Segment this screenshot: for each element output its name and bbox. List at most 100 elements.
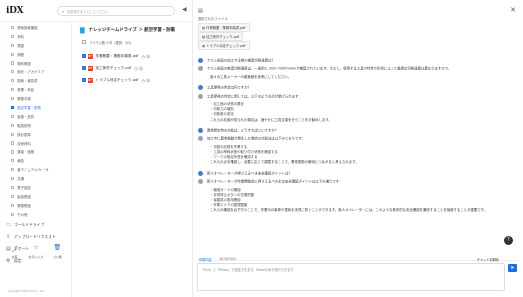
folder-checkbox[interactable] bbox=[11, 150, 15, 154]
chevron-right-icon[interactable]: › bbox=[6, 185, 9, 189]
folder-checkbox[interactable] bbox=[11, 52, 15, 56]
action-icon: ☆ bbox=[33, 244, 39, 251]
help-icon[interactable]: ? bbox=[504, 236, 513, 245]
sidebar-folder-item[interactable]: › 設計基準 bbox=[0, 130, 71, 139]
chevron-right-icon[interactable]: › bbox=[6, 168, 9, 172]
answer-list-item: ・次動の記録を作業する bbox=[198, 145, 508, 149]
folder-checkbox[interactable] bbox=[11, 43, 15, 47]
answer-list-item: ・保護具の着用確認 bbox=[198, 198, 508, 202]
chevron-right-icon[interactable]: › bbox=[6, 52, 9, 56]
folder-checkbox[interactable] bbox=[11, 105, 15, 110]
sidebar-folder-item[interactable]: › その他 bbox=[0, 210, 71, 219]
folder-checkbox[interactable] bbox=[11, 159, 15, 163]
chevron-right-icon[interactable]: › bbox=[6, 123, 9, 127]
select-all-checkbox[interactable] bbox=[82, 40, 86, 44]
sidebar-folder-item[interactable]: › 業務関連 bbox=[0, 201, 71, 210]
file-checkbox[interactable]: ✓ bbox=[82, 78, 86, 82]
chevron-right-icon[interactable]: › bbox=[6, 150, 9, 154]
selected-file-chip: ▤ 作業概要・業務手順書.pdf bbox=[198, 23, 250, 32]
folder-checkbox[interactable] bbox=[11, 176, 15, 181]
chevron-right-icon[interactable]: › bbox=[6, 105, 9, 109]
folder-checkbox[interactable] bbox=[11, 114, 15, 118]
sidebar-folder-item[interactable]: › 資料 bbox=[0, 32, 71, 41]
sidebar-folder-item[interactable]: › 製品関連 bbox=[0, 192, 71, 201]
sidebar-folder-item[interactable]: › 契約関連 bbox=[0, 59, 71, 68]
chevron-right-icon[interactable]: › bbox=[6, 177, 9, 181]
search-box[interactable]: ⌕ 検索条件を入力してください bbox=[57, 6, 175, 16]
sidebar-folder-label: 営業・商談 bbox=[17, 88, 35, 93]
folder-checkbox[interactable] bbox=[11, 25, 15, 30]
panel-icon[interactable]: ▤ bbox=[198, 8, 203, 14]
folder-checkbox[interactable] bbox=[11, 96, 15, 101]
file-checkbox[interactable]: ✓ bbox=[82, 54, 86, 58]
folder-checkbox[interactable] bbox=[11, 132, 15, 136]
chevron-right-icon[interactable]: › bbox=[6, 141, 9, 145]
answer-list-item: ・ワークの固定状態を確認する bbox=[198, 155, 508, 159]
chevron-right-icon[interactable]: › bbox=[6, 97, 9, 101]
chevron-right-icon[interactable]: › bbox=[6, 194, 9, 198]
collapse-sidebar-icon[interactable]: ◀ bbox=[182, 6, 188, 16]
chevron-right-icon[interactable]: › bbox=[6, 79, 9, 83]
sidebar-folder-item[interactable]: › 規程 bbox=[0, 50, 71, 59]
sidebar-folder-item[interactable]: › 現地指導機能 bbox=[0, 23, 71, 32]
folder-checkbox[interactable] bbox=[11, 79, 15, 83]
folder-checkbox[interactable] bbox=[11, 203, 15, 207]
sidebar-section[interactable]: ▭ ゴールドドライブ bbox=[0, 219, 71, 231]
folder-checkbox[interactable] bbox=[11, 70, 15, 74]
chevron-right-icon[interactable]: › bbox=[6, 34, 9, 38]
sidebar-folder-item[interactable]: › 技術資料 bbox=[0, 139, 71, 148]
file-checkbox[interactable]: ✓ bbox=[82, 66, 86, 70]
chevron-right-icon[interactable]: › bbox=[6, 88, 9, 92]
sidebar-folder-item[interactable]: › 通達・連絡 bbox=[0, 147, 71, 156]
sidebar-folder-item[interactable]: › 共通 bbox=[0, 174, 71, 183]
folder-checkbox[interactable] bbox=[11, 88, 15, 92]
folder-checkbox[interactable] bbox=[11, 168, 15, 172]
chevron-right-icon[interactable]: › bbox=[6, 70, 9, 74]
folder-checkbox[interactable] bbox=[11, 123, 15, 127]
sidebar-folder-item[interactable]: › 航空学習・防衛 bbox=[0, 103, 71, 112]
folder-checkbox[interactable] bbox=[11, 34, 15, 38]
file-name[interactable]: 作業概要・業務手順書.pdf bbox=[96, 54, 139, 59]
sidebar-folder-item[interactable]: › 取扱説明 bbox=[0, 121, 71, 130]
file-row[interactable]: ✓ PDF 作業概要・業務手順書.pdf ◷ ☺ bbox=[74, 50, 190, 62]
file-row[interactable]: ✓ PDF 加工条件チェック.pdf ◷ ☺ bbox=[74, 62, 190, 74]
chat-reset-button[interactable]: チャット初期化 bbox=[477, 257, 499, 262]
selected-file-chip: ▤ トラブル対応チェック.pdf bbox=[198, 41, 250, 50]
sidebar-folder-item[interactable]: › 電子認証 bbox=[0, 183, 71, 192]
chevron-right-icon[interactable]: › bbox=[6, 132, 9, 136]
sidebar-folder-item[interactable]: › 業務手順 bbox=[0, 94, 71, 103]
chevron-right-icon[interactable]: › bbox=[6, 114, 9, 118]
sidebar-action-button[interactable]: ☆ お気に入り bbox=[26, 244, 46, 288]
sidebar-folder-item[interactable]: › 提案・報告書 bbox=[0, 76, 71, 85]
sidebar-folder-item[interactable]: › 発図 bbox=[0, 41, 71, 50]
message-text: ・加工面の状態の悪化 bbox=[210, 102, 244, 106]
sidebar-folder-item[interactable]: › 設計・アカデミア bbox=[0, 67, 71, 76]
folder-checkbox[interactable] bbox=[11, 194, 15, 198]
send-button[interactable]: ➤ bbox=[508, 264, 517, 272]
sidebar-folder-item[interactable]: › 製造・品質 bbox=[0, 112, 71, 121]
search-input[interactable]: 検索条件を入力してください bbox=[67, 9, 108, 14]
sidebar-folder-item[interactable]: › 報告 bbox=[0, 156, 71, 165]
folder-checkbox[interactable] bbox=[11, 212, 15, 216]
answer-text: これらの確認を必ず行うことで、作業中の事故や怪我を未然に防ぐことができます。新人… bbox=[198, 208, 508, 212]
sidebar-action-button[interactable]: ⤴ 共有 bbox=[5, 244, 25, 288]
chevron-right-icon[interactable]: › bbox=[6, 61, 9, 65]
file-row[interactable]: ✓ PDF トラブル対応チェック.pdf ◷ ☺ bbox=[74, 74, 190, 86]
sidebar-folder-item[interactable]: › 営業・商談 bbox=[0, 85, 71, 94]
sidebar-section[interactable]: ⇪ アップロードリクエスト bbox=[0, 231, 71, 243]
question-input[interactable] bbox=[197, 263, 505, 291]
chevron-right-icon[interactable]: › bbox=[6, 212, 9, 216]
chevron-right-icon[interactable]: › bbox=[6, 203, 9, 207]
folder-checkbox[interactable] bbox=[11, 185, 15, 190]
sidebar-action-button[interactable]: 🗑 ゴミ箱 bbox=[47, 244, 67, 288]
folder-checkbox[interactable] bbox=[11, 141, 15, 145]
chevron-right-icon[interactable]: › bbox=[6, 25, 9, 29]
chevron-right-icon[interactable]: › bbox=[6, 43, 9, 47]
sidebar-folder-item[interactable]: › 食マニュアル/ケータ bbox=[0, 165, 71, 174]
section-icon: ▭ bbox=[6, 221, 11, 228]
folder-checkbox[interactable] bbox=[11, 61, 15, 65]
file-name[interactable]: トラブル対応チェック.pdf bbox=[96, 78, 139, 83]
chevron-right-icon[interactable]: › bbox=[6, 159, 9, 163]
close-icon[interactable]: ✕ bbox=[510, 6, 516, 14]
file-name[interactable]: 加工条件チェック.pdf bbox=[96, 66, 132, 71]
